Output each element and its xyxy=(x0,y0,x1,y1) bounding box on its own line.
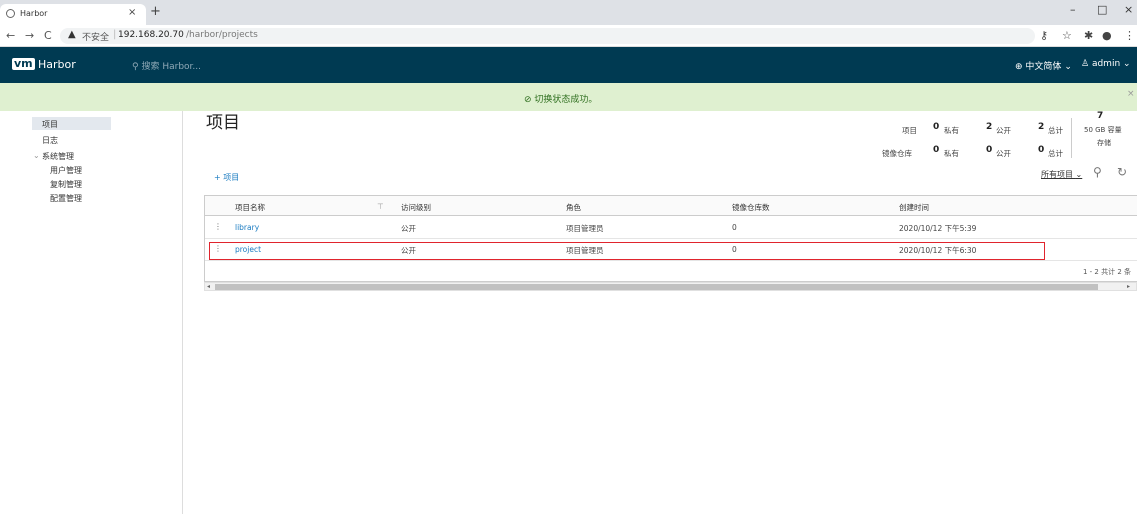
scroll-left-icon[interactable]: ◂ xyxy=(207,283,210,290)
key-icon[interactable]: ⚷ xyxy=(1040,29,1048,42)
sidebar-item-projects[interactable]: 项目 xyxy=(42,119,58,130)
stats-repos-label: 镜像仓库 xyxy=(882,149,912,158)
success-alert: ⊘ 切换状态成功。 × xyxy=(0,83,1137,111)
tab-title: Harbor xyxy=(20,9,48,18)
refresh-icon[interactable]: ↻ xyxy=(1117,165,1127,179)
url-host: 192.168.20.70 xyxy=(118,30,184,40)
maximize-button[interactable]: □ xyxy=(1097,3,1107,16)
stats-divider xyxy=(1071,118,1072,158)
column-header-repos[interactable]: 镜像仓库数 xyxy=(732,202,770,213)
project-name-link[interactable]: library xyxy=(235,223,259,232)
search-input[interactable]: 搜索 Harbor... xyxy=(141,62,201,72)
tab-close-button[interactable]: × xyxy=(128,7,136,18)
quota-value: 7 xyxy=(1097,111,1104,121)
stats-projects-private: 0 xyxy=(933,122,940,132)
horizontal-scrollbar[interactable]: ◂ ▸ xyxy=(204,282,1137,291)
quota-capacity: 50 GB 容量 xyxy=(1084,126,1122,134)
cell-created: 2020/10/12 下午5:39 xyxy=(899,224,977,233)
stats-projects-label: 项目 xyxy=(902,126,917,135)
search-icon: ⚲ xyxy=(132,62,139,72)
table-row[interactable]: ⋮ library 公开 项目管理员 0 2020/10/12 下午5:39 xyxy=(205,217,1137,239)
stats-projects-total: 2 xyxy=(1038,122,1045,132)
stats-repos-public: 0 xyxy=(986,145,993,155)
harbor-favicon-icon xyxy=(6,9,15,18)
back-button[interactable]: ← xyxy=(6,29,15,42)
scrollbar-thumb[interactable] xyxy=(215,284,1098,290)
cell-role: 项目管理员 xyxy=(566,224,604,233)
page-title: 项目 xyxy=(206,113,240,133)
quota-label: 存储 xyxy=(1097,139,1111,147)
sidebar-item-replication[interactable]: 复制管理 xyxy=(50,179,82,190)
stats-public-label: 公开 xyxy=(996,149,1011,158)
cell-access: 公开 xyxy=(401,224,416,233)
alert-text: 切换状态成功。 xyxy=(534,95,598,105)
menu-icon[interactable]: ⋮ xyxy=(1124,29,1135,42)
row-actions-icon[interactable]: ⋮ xyxy=(214,222,222,231)
column-header-created[interactable]: 创建时间 xyxy=(899,202,929,213)
row-highlight-box xyxy=(209,242,1045,260)
chevron-down-icon[interactable]: ⌄ xyxy=(33,151,40,160)
column-header-role[interactable]: 角色 xyxy=(566,202,581,213)
url-separator: | xyxy=(113,29,117,40)
star-icon[interactable]: ☆ xyxy=(1062,29,1072,42)
language-selector[interactable]: ⊕ 中文简体 ⌄ xyxy=(1015,59,1072,72)
cell-repos: 0 xyxy=(732,223,737,232)
warning-icon: ▲ xyxy=(68,29,76,40)
url-field[interactable]: ▲ 不安全 | 192.168.20.70 /harbor/projects xyxy=(60,28,1035,44)
add-project-button[interactable]: + 项目 xyxy=(214,172,239,183)
sidebar-item-logs[interactable]: 日志 xyxy=(42,135,58,146)
alert-close-button[interactable]: × xyxy=(1127,89,1135,99)
project-filter-dropdown[interactable]: 所有项目 ⌄ xyxy=(1041,169,1082,180)
reload-button[interactable]: C xyxy=(44,29,52,42)
forward-button[interactable]: → xyxy=(25,29,34,42)
sidebar-item-configuration[interactable]: 配置管理 xyxy=(50,193,82,204)
stats-private-label: 私有 xyxy=(944,126,959,135)
stats-total-label: 总计 xyxy=(1048,149,1063,158)
scroll-right-icon[interactable]: ▸ xyxy=(1127,283,1130,290)
stats-repos-total: 0 xyxy=(1038,145,1045,155)
browser-tab-bar: Harbor × + – □ × xyxy=(0,0,1137,25)
language-label: 中文简体 xyxy=(1025,62,1062,72)
security-label: 不安全 xyxy=(82,33,110,43)
projects-table: 项目名称 ⊤ 访问级别 角色 镜像仓库数 创建时间 ⋮ library 公开 项… xyxy=(204,195,1137,282)
check-circle-icon: ⊘ xyxy=(524,95,532,105)
sidebar-group-admin[interactable]: 系统管理 xyxy=(42,151,74,162)
alert-message: ⊘ 切换状态成功。 xyxy=(524,92,597,105)
stats-public-label: 公开 xyxy=(996,126,1011,135)
global-search[interactable]: ⚲ 搜索 Harbor... xyxy=(132,59,201,72)
column-header-name[interactable]: 项目名称 xyxy=(235,202,265,213)
sidebar-item-users[interactable]: 用户管理 xyxy=(50,165,82,176)
pagination-info: 1 - 2 共计 2 条 xyxy=(1083,268,1132,276)
url-path: /harbor/projects xyxy=(186,30,258,40)
globe-icon: ⊕ xyxy=(1015,62,1023,72)
profile-icon[interactable]: ● xyxy=(1102,29,1112,42)
user-menu[interactable]: ♙ admin ⌄ xyxy=(1081,59,1131,69)
browser-address-bar: ← → C ▲ 不安全 | 192.168.20.70 /harbor/proj… xyxy=(0,25,1137,47)
search-icon[interactable]: ⚲ xyxy=(1093,165,1102,179)
chevron-down-icon: ⌄ xyxy=(1064,62,1072,72)
app-header: vm Harbor ⚲ 搜索 Harbor... ⊕ 中文简体 ⌄ ♙ admi… xyxy=(0,47,1137,83)
stats-private-label: 私有 xyxy=(944,149,959,158)
stats-repos-private: 0 xyxy=(933,145,940,155)
window-close-button[interactable]: × xyxy=(1124,3,1133,16)
browser-tab[interactable]: Harbor × xyxy=(0,4,146,25)
filter-label: 所有项目 xyxy=(1041,170,1073,179)
extensions-icon[interactable]: ✱ xyxy=(1084,29,1093,42)
table-header: 项目名称 ⊤ 访问级别 角色 镜像仓库数 创建时间 xyxy=(205,196,1137,216)
chevron-down-icon: ⌄ xyxy=(1075,170,1083,179)
stats-projects-public: 2 xyxy=(986,122,993,132)
filter-icon[interactable]: ⊤ xyxy=(377,202,384,211)
sidebar: 项目 日志 ⌄ 系统管理 用户管理 复制管理 配置管理 xyxy=(0,111,183,514)
user-name: admin xyxy=(1091,59,1121,69)
user-icon: ♙ xyxy=(1081,59,1090,69)
vmware-logo[interactable]: vm xyxy=(12,58,35,70)
stats-total-label: 总计 xyxy=(1048,126,1063,135)
new-tab-button[interactable]: + xyxy=(150,4,161,19)
column-header-access[interactable]: 访问级别 xyxy=(401,202,431,213)
minimize-button[interactable]: – xyxy=(1070,3,1076,16)
chevron-down-icon: ⌄ xyxy=(1123,59,1131,69)
app-name[interactable]: Harbor xyxy=(38,58,76,71)
